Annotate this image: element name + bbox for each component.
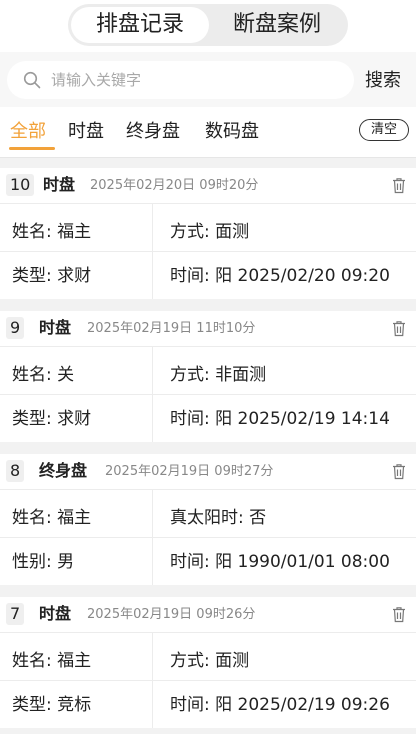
record-datetime: 时间: 阳 2025/02/19 14:14 [170,409,390,429]
tab-shumapan[interactable]: 数码盘 [205,117,259,143]
record-name: 姓名: 关 [12,365,75,385]
trash-icon[interactable] [391,320,407,337]
record-method: 方式: 面测 [170,222,250,242]
record-number: 7 [6,603,25,625]
tab-shipan[interactable]: 时盘 [68,117,104,143]
search-box [7,61,354,99]
record-header: 9 时盘 2025年02月19日 11时10分 [0,311,416,346]
record-type: 时盘 [39,318,72,337]
search-button[interactable]: 搜索 [365,66,401,92]
trash-icon[interactable] [391,606,407,623]
record-category: 类型: 求财 [12,266,92,286]
record-type: 终身盘 [39,461,88,480]
record-header: 10 时盘 2025年02月20日 09时20分 [0,168,416,203]
record-datetime: 时间: 阳 1990/01/01 08:00 [170,552,390,572]
segmented-control: 排盘记录 断盘案例 [68,4,348,46]
record-header: 8 终身盘 2025年02月19日 09时27分 [0,454,416,489]
record-true-solar-time: 真太阳时: 否 [170,508,267,528]
record-card[interactable]: 9 时盘 2025年02月19日 11时10分 姓名: 关 方式: 非面测 类型… [0,311,416,442]
search-input[interactable] [51,61,341,99]
top-bar: 排盘记录 断盘案例 [0,0,416,52]
record-datetime: 时间: 阳 2025/02/20 09:20 [170,266,390,286]
tab-zhongshenpan[interactable]: 终身盘 [126,117,180,143]
trash-icon[interactable] [391,463,407,480]
record-created-time: 2025年02月20日 09时20分 [90,178,259,193]
divider [0,346,416,347]
divider [0,489,416,490]
divider [0,394,416,395]
record-number: 9 [6,317,25,339]
record-gender: 性别: 男 [12,552,75,572]
divider [0,203,416,204]
record-type: 时盘 [43,175,76,194]
record-number: 10 [6,174,35,196]
record-method: 方式: 面测 [170,651,250,671]
record-created-time: 2025年02月19日 09时27分 [105,464,274,479]
divider [0,251,416,252]
record-method: 方式: 非面测 [170,365,267,385]
record-name: 姓名: 福主 [12,651,92,671]
filter-tabs: 全部 时盘 终身盘 数码盘 清空 [0,107,416,158]
divider [0,632,416,633]
record-header: 7 时盘 2025年02月19日 09时26分 [0,597,416,632]
record-number: 8 [6,460,25,482]
tab-all[interactable]: 全部 [10,117,46,143]
record-card[interactable]: 7 时盘 2025年02月19日 09时26分 姓名: 福主 方式: 面测 类型… [0,597,416,728]
search-bar: 搜索 [0,52,416,107]
search-icon [23,71,41,89]
clear-button[interactable]: 清空 [359,119,409,141]
tab-duanpan-cases[interactable]: 断盘案例 [209,7,345,43]
active-tab-indicator [9,147,55,150]
record-type: 时盘 [39,604,72,623]
record-card[interactable]: 8 终身盘 2025年02月19日 09时27分 姓名: 福主 真太阳时: 否 … [0,454,416,585]
record-name: 姓名: 福主 [12,508,92,528]
record-name: 姓名: 福主 [12,222,92,242]
record-category: 类型: 竞标 [12,695,92,715]
record-datetime: 时间: 阳 2025/02/19 09:26 [170,695,390,715]
record-category: 类型: 求财 [12,409,92,429]
divider [0,537,416,538]
trash-icon[interactable] [391,177,407,194]
record-created-time: 2025年02月19日 09时26分 [87,607,256,622]
record-created-time: 2025年02月19日 11时10分 [87,321,256,336]
divider [0,680,416,681]
record-card[interactable]: 10 时盘 2025年02月20日 09时20分 姓名: 福主 方式: 面测 类… [0,168,416,299]
tab-paipan-records[interactable]: 排盘记录 [71,7,209,43]
